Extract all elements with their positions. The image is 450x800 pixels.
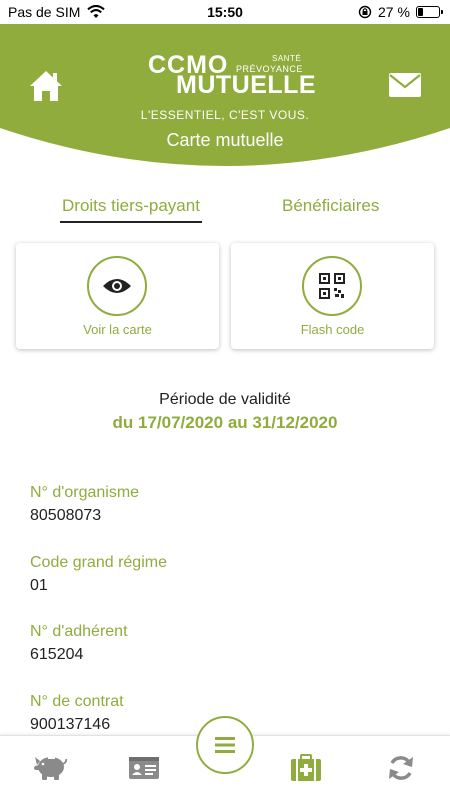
home-icon[interactable] xyxy=(28,68,64,104)
tab-beneficiaires[interactable]: Bénéficiaires xyxy=(282,196,379,216)
logo-line2: MUTUELLE xyxy=(176,71,317,99)
menu-button[interactable] xyxy=(196,716,254,774)
field-organisme: N° d'organisme 80508073 xyxy=(30,484,139,525)
refresh-icon[interactable] xyxy=(386,753,416,783)
piggy-bank-icon[interactable] xyxy=(32,752,68,782)
field-contrat: N° de contrat 900137146 xyxy=(30,693,124,734)
field-label: Code grand régime xyxy=(30,554,167,571)
field-code-grand-regime: Code grand régime 01 xyxy=(30,554,167,595)
active-tab-indicator xyxy=(60,221,202,223)
flash-code-button[interactable]: Flash code xyxy=(231,243,434,349)
validity-label: Période de validité xyxy=(159,391,291,408)
field-value: 01 xyxy=(30,577,48,594)
field-label: N° de contrat xyxy=(30,693,124,710)
status-bar: Pas de SIM 15:50 27 % xyxy=(0,0,450,24)
app-header: CCMO SANTÉ PRÉVOYANCE MUTUELLE L'ESSENTI… xyxy=(0,24,450,172)
menu-icon xyxy=(215,737,235,753)
field-label: N° d'adhérent xyxy=(30,623,128,640)
view-card-icon-circle xyxy=(87,256,147,316)
rotation-lock-icon xyxy=(358,5,372,19)
tab-droits-tiers-payant[interactable]: Droits tiers-payant xyxy=(60,196,202,223)
flash-code-icon-circle xyxy=(302,256,362,316)
logo-sante: SANTÉ xyxy=(272,54,302,63)
ccmo-logo: CCMO SANTÉ PRÉVOYANCE MUTUELLE xyxy=(148,51,316,101)
field-value: 900137146 xyxy=(30,716,111,733)
field-value: 80508073 xyxy=(30,507,102,524)
flash-code-label: Flash code xyxy=(300,322,365,337)
eye-icon xyxy=(103,279,131,293)
id-card-icon[interactable] xyxy=(128,756,160,780)
battery-level xyxy=(418,8,423,16)
view-card-label: Voir la carte xyxy=(83,322,152,337)
field-value: 615204 xyxy=(30,646,84,663)
qr-code-icon xyxy=(319,273,345,299)
battery-icon xyxy=(416,6,443,18)
mail-icon[interactable] xyxy=(388,72,422,98)
page-title: Carte mutuelle xyxy=(166,130,284,150)
field-adherent: N° d'adhérent 615204 xyxy=(30,623,128,664)
validity-dates: du 17/07/2020 au 31/12/2020 xyxy=(112,413,338,432)
tab-label: Droits tiers-payant xyxy=(62,196,200,215)
view-card-button[interactable]: Voir la carte xyxy=(16,243,219,349)
tagline: L'ESSENTIEL, C'EST VOUS. xyxy=(140,108,310,122)
medical-kit-icon[interactable] xyxy=(290,754,322,782)
field-label: N° d'organisme xyxy=(30,484,140,501)
tab-label: Bénéficiaires xyxy=(282,196,380,215)
battery-percent: 27 % xyxy=(378,4,410,20)
